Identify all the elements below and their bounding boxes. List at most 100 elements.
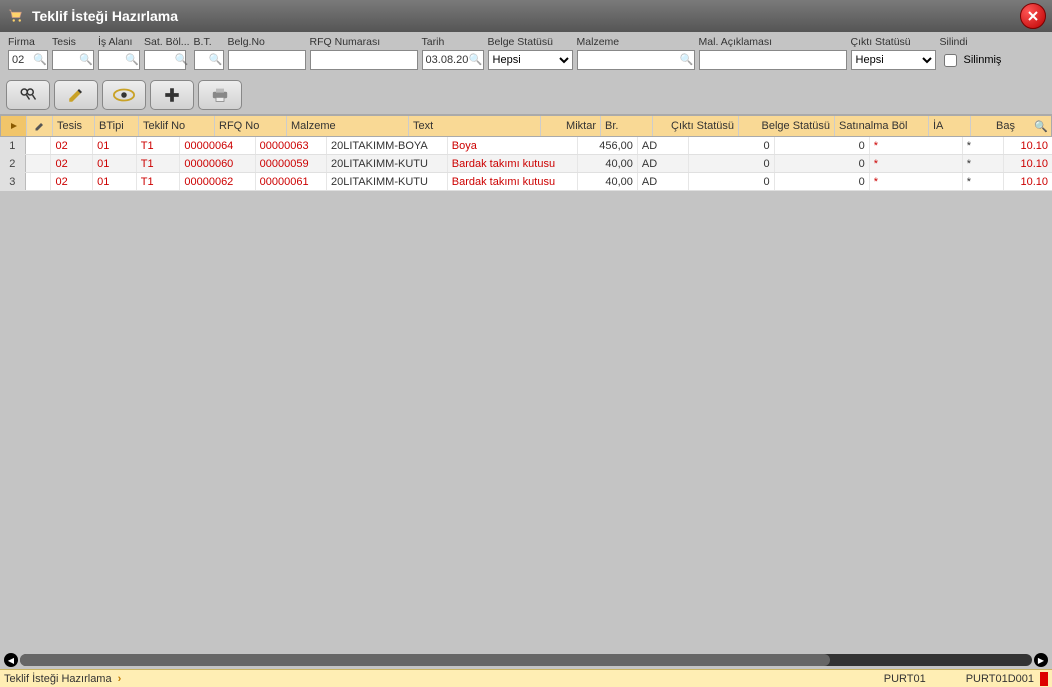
isalani-label: İş Alanı <box>98 36 140 48</box>
cell-br: AD <box>638 155 690 172</box>
cell-rfqno: 00000063 <box>256 137 327 154</box>
status-code1: PURT01 <box>884 673 926 685</box>
satbol-input[interactable] <box>144 50 186 70</box>
cell-btipi: T1 <box>137 173 181 190</box>
col-satinalma[interactable]: Satınalma Böl <box>835 116 929 136</box>
cell-btipi: T1 <box>137 137 181 154</box>
isalani-input[interactable] <box>98 50 140 70</box>
scroll-right-icon[interactable]: ▶ <box>1034 653 1048 667</box>
malzeme-label: Malzeme <box>577 36 695 48</box>
col-ia[interactable]: İA <box>929 116 971 136</box>
cell-miktar: 40,00 <box>578 173 637 190</box>
cell-text: Bardak takımı kutusu <box>448 173 579 190</box>
table-row[interactable]: 2 02 01 T1 00000060 00000059 20LITAKIMM-… <box>0 155 1052 173</box>
col-belge-statusu[interactable]: Belge Statüsü <box>739 116 835 136</box>
belgno-label: Belg.No <box>228 36 306 48</box>
col-cikti-statusu[interactable]: Çıktı Statüsü <box>653 116 739 136</box>
cell-teklifno: 00000062 <box>180 173 255 190</box>
grid-header: Tesis BTipi Teklif No RFQ No Malzeme Tex… <box>0 115 1052 137</box>
row-number: 2 <box>0 155 26 172</box>
table-row[interactable]: 3 02 01 T1 00000062 00000061 20LITAKIMM-… <box>0 173 1052 191</box>
cell-malzeme: 20LITAKIMM-KUTU <box>327 173 448 190</box>
corner-expand[interactable] <box>1 116 27 136</box>
col-teklifno[interactable]: Teklif No <box>139 116 215 136</box>
cell-btipi: T1 <box>137 155 181 172</box>
belstat-select[interactable]: Hepsi <box>488 50 573 70</box>
cell-satin: * <box>870 155 963 172</box>
ciktstat-label: Çıktı Statüsü <box>851 36 936 48</box>
edit-button[interactable] <box>54 80 98 110</box>
row-number: 3 <box>0 173 26 190</box>
titlebar: Teklif İsteği Hazırlama <box>0 0 1052 32</box>
edit-cell <box>26 155 52 172</box>
tarih-label: Tarih <box>422 36 484 48</box>
silindi-label: Silindi <box>940 36 1002 48</box>
cell-miktar: 456,00 <box>578 137 637 154</box>
satbol-label: Sat. Böl... <box>144 36 190 48</box>
firma-input[interactable] <box>8 50 48 70</box>
cell-text: Bardak takımı kutusu <box>448 155 579 172</box>
cell-cstatus: 0 <box>689 173 774 190</box>
table-row[interactable]: 1 02 01 T1 00000064 00000063 20LITAKIMM-… <box>0 137 1052 155</box>
col-miktar[interactable]: Miktar <box>541 116 601 136</box>
horizontal-scrollbar[interactable]: ◀ ▶ <box>0 651 1052 669</box>
window-title: Teklif İsteği Hazırlama <box>32 8 1020 24</box>
cell-malzeme: 20LITAKIMM-BOYA <box>327 137 448 154</box>
cell-tesis: 01 <box>93 155 137 172</box>
tesis-input[interactable] <box>52 50 94 70</box>
close-button[interactable] <box>1020 3 1046 29</box>
cell-miktar: 40,00 <box>578 155 637 172</box>
cell-malzeme: 20LITAKIMM-KUTU <box>327 155 448 172</box>
cell-cstatus: 0 <box>689 155 774 172</box>
cell-firma: 02 <box>51 137 93 154</box>
tarih-input[interactable] <box>422 50 484 70</box>
filter-bar: Firma 🔍 Tesis 🔍 İş Alanı 🔍 Sat. Böl... 🔍… <box>0 32 1052 76</box>
scroll-thumb[interactable] <box>20 654 830 666</box>
view-button[interactable] <box>102 80 146 110</box>
malacik-label: Mal. Açıklaması <box>699 36 847 48</box>
silinmis-checkbox[interactable]: Silinmiş <box>940 50 1002 70</box>
bt-input[interactable] <box>194 50 224 70</box>
grid-body: 1 02 01 T1 00000064 00000063 20LITAKIMM-… <box>0 137 1052 651</box>
cell-firma: 02 <box>51 173 93 190</box>
cell-bas: 10.10 <box>1004 173 1052 190</box>
add-button[interactable] <box>150 80 194 110</box>
toolbar <box>0 76 1052 115</box>
scroll-track[interactable] <box>20 654 1032 666</box>
grid-search-icon[interactable]: 🔍 <box>1032 117 1050 135</box>
col-bas[interactable]: Baş <box>971 116 1019 136</box>
edit-cell <box>26 137 52 154</box>
malzeme-input[interactable] <box>577 50 695 70</box>
belstat-label: Belge Statüsü <box>488 36 573 48</box>
scroll-left-icon[interactable]: ◀ <box>4 653 18 667</box>
cell-rfqno: 00000061 <box>256 173 327 190</box>
rfqno-label: RFQ Numarası <box>310 36 418 48</box>
cell-cstatus: 0 <box>689 137 774 154</box>
cell-tesis: 01 <box>93 173 137 190</box>
cell-bstatus: 0 <box>775 155 870 172</box>
cell-firma: 02 <box>51 155 93 172</box>
col-btipi[interactable]: BTipi <box>95 116 139 136</box>
col-br[interactable]: Br. <box>601 116 653 136</box>
rfqno-input[interactable] <box>310 50 418 70</box>
cell-satin: * <box>870 173 963 190</box>
grid: Tesis BTipi Teklif No RFQ No Malzeme Tex… <box>0 115 1052 669</box>
col-malzeme[interactable]: Malzeme <box>287 116 409 136</box>
cell-ia: * <box>963 155 1005 172</box>
col-rfqno[interactable]: RFQ No <box>215 116 287 136</box>
search-button[interactable] <box>6 80 50 110</box>
malacik-input[interactable] <box>699 50 847 70</box>
ciktstat-select[interactable]: Hepsi <box>851 50 936 70</box>
breadcrumb: Teklif İsteği Hazırlama <box>4 673 112 685</box>
print-button[interactable] <box>198 80 242 110</box>
col-text[interactable]: Text <box>409 116 541 136</box>
col-tesis[interactable]: Tesis <box>53 116 95 136</box>
firma-label: Firma <box>8 36 48 48</box>
bt-label: B.T. <box>194 36 224 48</box>
belgno-input[interactable] <box>228 50 306 70</box>
cell-tesis: 01 <box>93 137 137 154</box>
edit-cell <box>26 173 52 190</box>
cell-text: Boya <box>448 137 579 154</box>
cell-bstatus: 0 <box>775 137 870 154</box>
cell-satin: * <box>870 137 963 154</box>
